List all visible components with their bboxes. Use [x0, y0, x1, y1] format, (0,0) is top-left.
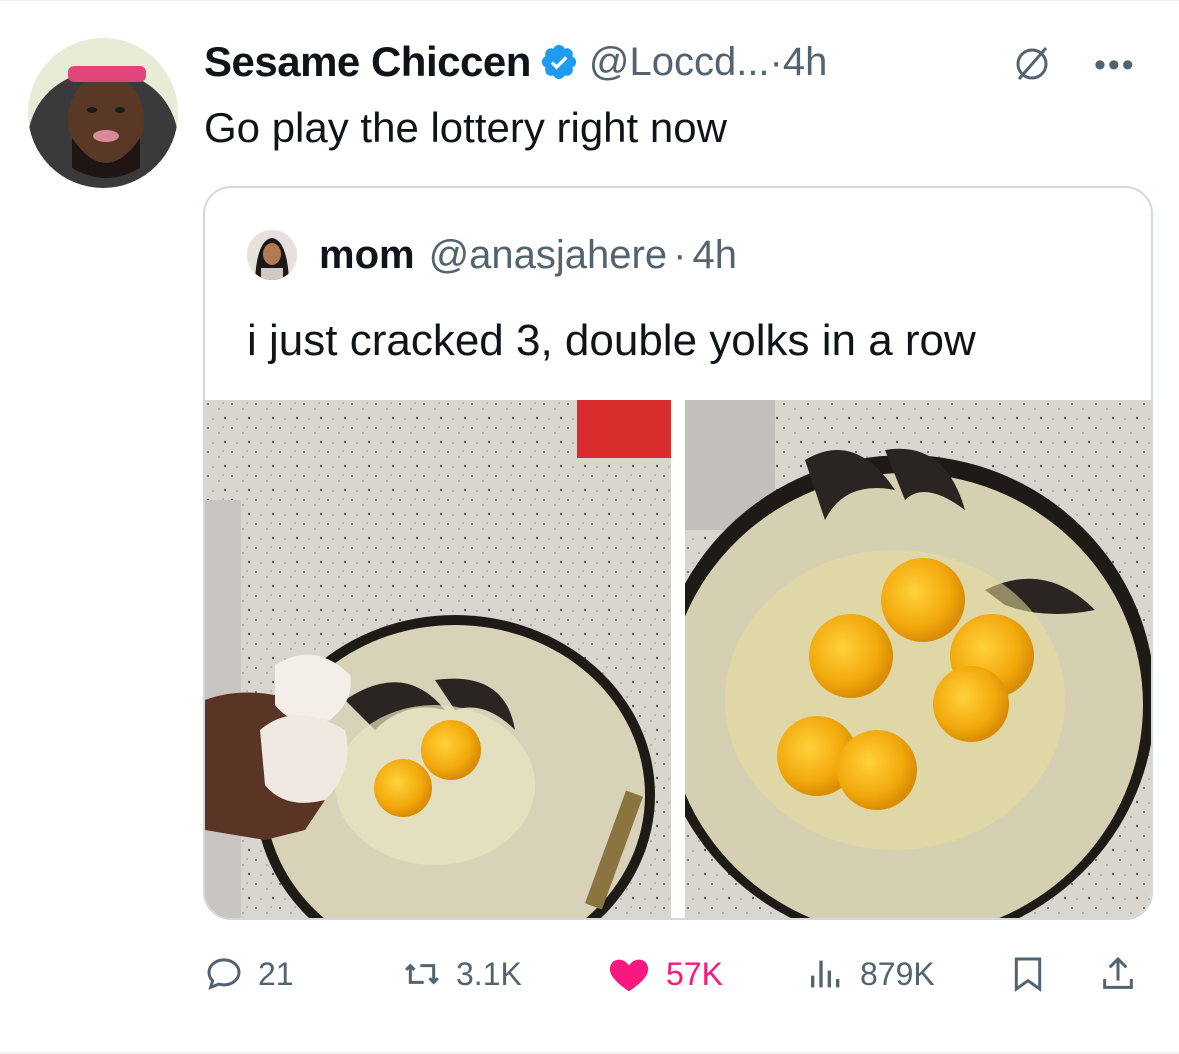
separator-dot: · [673, 232, 687, 277]
quoted-author-avatar[interactable] [247, 230, 297, 280]
tweet-header: Sesame Chiccen @Loccd... · 4h [204, 34, 827, 90]
top-divider [0, 0, 1179, 1]
reply-icon [207, 958, 241, 990]
bookmark-button[interactable] [1008, 944, 1062, 1004]
quoted-tweet-time[interactable]: 4h [692, 233, 737, 278]
tweet-text: Go play the lottery right now [204, 104, 727, 151]
quoted-tweet-header: mom @anasjahere · 4h [247, 230, 737, 280]
more-icon[interactable]: ••• [1094, 46, 1136, 85]
heart-icon [609, 959, 649, 992]
like-count: 57K [666, 955, 723, 992]
separator-dot: · [769, 39, 783, 84]
grok-icon[interactable] [1012, 44, 1052, 84]
quoted-tweet-card[interactable]: mom @anasjahere · 4h i just cracked 3, d… [203, 186, 1153, 920]
bookmark-icon [1014, 957, 1042, 992]
author-handle[interactable]: @Loccd... [589, 40, 770, 85]
reply-count: 21 [258, 955, 294, 992]
author-name[interactable]: Sesame Chiccen [204, 38, 531, 86]
photo-bowl-five-yolks[interactable] [685, 400, 1151, 918]
repost-count: 3.1K [456, 955, 522, 992]
photo-bowl-two-yolks[interactable] [205, 400, 671, 918]
reply-button[interactable]: 21 [204, 944, 294, 1004]
quoted-author-handle[interactable]: @anasjahere [429, 233, 668, 278]
like-button[interactable]: 57K [606, 944, 723, 1004]
views-count: 879K [860, 955, 935, 992]
quoted-author-name[interactable]: mom [319, 233, 415, 278]
views-icon [811, 960, 840, 988]
repost-icon [405, 963, 439, 985]
views-button[interactable]: 879K [806, 944, 935, 1004]
verified-badge-icon [541, 44, 576, 80]
share-button[interactable] [1098, 944, 1152, 1004]
tweet-time[interactable]: 4h [783, 40, 828, 85]
action-bar: 21 3.1K 57K 879K [0, 944, 1179, 1004]
share-icon [1103, 956, 1133, 989]
quoted-tweet-text: i just cracked 3, double yolks in a row [247, 316, 976, 365]
repost-button[interactable]: 3.1K [402, 944, 522, 1004]
author-avatar[interactable] [28, 38, 178, 188]
